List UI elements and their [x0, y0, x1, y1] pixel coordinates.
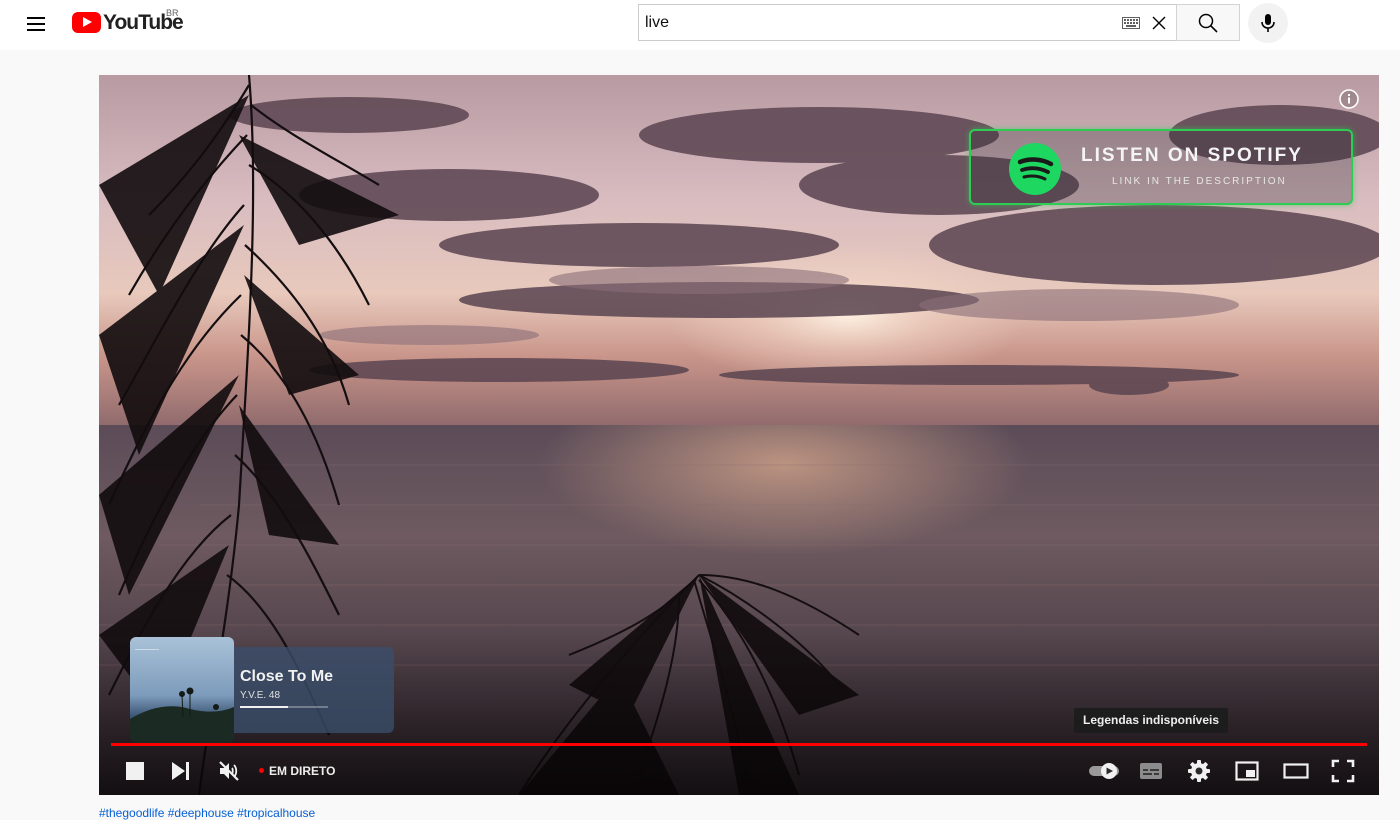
fullscreen-icon: [1331, 759, 1355, 783]
search-box: [638, 4, 1176, 41]
player-controls: EM DIRETO: [99, 751, 1379, 795]
autoplay-toggle-icon: [1089, 763, 1119, 779]
song-title: Close To Me: [240, 668, 334, 685]
stop-icon: [126, 762, 144, 780]
album-art: [130, 637, 234, 743]
settings-icon: [1188, 760, 1210, 782]
now-playing-card[interactable]: Close To Me Y.V.E. 48: [130, 637, 394, 743]
miniplayer-button[interactable]: [1227, 751, 1267, 791]
autoplay-toggle[interactable]: [1079, 751, 1125, 791]
live-dot: [259, 768, 264, 774]
video-player[interactable]: LISTEN ON SPOTIFY LINK IN THE DESCRIPTIO…: [99, 75, 1379, 795]
song-artist: Y.V.E. 48: [240, 690, 281, 701]
info-icon[interactable]: [1339, 89, 1359, 109]
youtube-play-logo-icon: [72, 12, 101, 33]
search-icon: [1198, 13, 1218, 33]
masthead: YouTube BR: [0, 0, 1400, 50]
miniplayer-icon: [1235, 761, 1259, 781]
captions-unavailable-tooltip: Legendas indisponíveis: [1074, 708, 1229, 733]
album-art-palm-image: [130, 649, 234, 743]
clear-icon[interactable]: [1151, 15, 1167, 31]
subtitles-icon: [1140, 763, 1162, 779]
video-progress-fill: [111, 743, 1367, 746]
youtube-logo[interactable]: YouTube BR: [72, 8, 192, 36]
song-progress-bar: [240, 706, 328, 708]
next-icon: [172, 762, 189, 780]
next-button[interactable]: [161, 751, 201, 791]
spotify-card-subtitle: LINK IN THE DESCRIPTION: [1112, 176, 1287, 187]
microphone-icon: [1261, 14, 1275, 32]
spotify-card-title: LISTEN ON SPOTIFY: [1081, 145, 1303, 166]
live-badge[interactable]: EM DIRETO: [259, 761, 335, 781]
subtitles-button[interactable]: [1131, 751, 1171, 791]
fullscreen-button[interactable]: [1323, 751, 1363, 791]
search-input[interactable]: [645, 12, 1095, 34]
keyboard-icon[interactable]: [1122, 17, 1140, 29]
voice-search-button[interactable]: [1248, 3, 1288, 43]
live-label: EM DIRETO: [269, 764, 336, 778]
theater-mode-button[interactable]: [1275, 751, 1315, 791]
video-progress-bar[interactable]: [111, 743, 1367, 746]
video-hashtags[interactable]: #thegoodlife #deephouse #tropicalhouse: [99, 806, 315, 820]
stop-button[interactable]: [115, 751, 155, 791]
spotify-promo-card[interactable]: LISTEN ON SPOTIFY LINK IN THE DESCRIPTIO…: [969, 129, 1353, 205]
settings-button[interactable]: [1179, 751, 1219, 791]
search-button[interactable]: [1176, 4, 1240, 41]
spotify-logo-icon: [1009, 143, 1061, 195]
now-playing-panel: Close To Me Y.V.E. 48: [230, 647, 394, 733]
menu-icon[interactable]: [24, 11, 50, 37]
mute-icon: [219, 761, 239, 781]
theater-mode-icon: [1283, 763, 1309, 779]
country-code: BR: [166, 8, 179, 18]
song-progress-fill: [240, 706, 289, 708]
mute-button[interactable]: [209, 751, 249, 791]
